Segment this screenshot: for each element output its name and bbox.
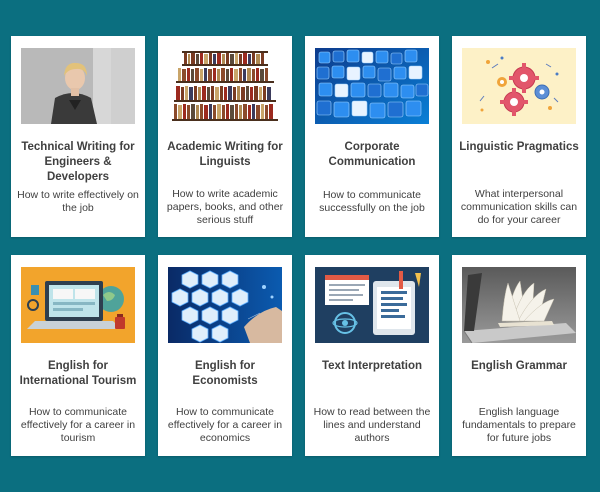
bookshelf-image [168,48,282,124]
course-card-english-grammar[interactable]: English Grammar English language fundame… [452,255,586,456]
course-title: Text Interpretation [321,360,423,372]
laptop-book-image [462,267,576,343]
laptop-travel-image [21,267,135,343]
course-description: How to write effectively on the job [17,189,139,214]
course-title: Linguistic Pragmatics [459,141,579,153]
gears-image [462,48,576,124]
course-description: How to communicate effectively for a car… [20,406,136,444]
hexagon-network-image [168,267,282,343]
app-icons-image [315,48,429,124]
course-title: Technical Writing for Engineers & Develo… [21,141,135,183]
course-title: English Grammar [471,360,567,372]
documents-image [315,267,429,343]
course-description: How to read between the lines and unders… [313,406,431,444]
course-description: How to communicate effectively for a car… [167,406,283,444]
course-card-linguistic-pragmatics[interactable]: Linguistic Pragmatics What interpersonal… [452,36,586,237]
course-card-text-interpretation[interactable]: Text Interpretation How to read between … [305,255,439,456]
course-card-corporate-communication[interactable]: Corporate Communication How to communica… [305,36,439,237]
course-title: English for Economists [192,360,258,387]
course-card-english-tourism[interactable]: English for International Tourism How to… [11,255,145,456]
course-title: English for International Tourism [19,360,137,387]
woman-portrait-image [21,48,135,124]
course-description: How to communicate successfully on the j… [319,189,425,214]
course-title: Academic Writing for Linguists [167,141,283,168]
course-description: English language fundamentals to prepare… [462,406,576,444]
course-description: How to write academic papers, books, and… [166,188,284,226]
course-description: What interpersonal communication skills … [460,188,578,226]
course-card-technical-writing[interactable]: Technical Writing for Engineers & Develo… [11,36,145,237]
course-card-english-economists[interactable]: English for Economists How to communicat… [158,255,292,456]
course-card-academic-writing[interactable]: Academic Writing for Linguists How to wr… [158,36,292,237]
course-title: Corporate Communication [328,141,416,168]
